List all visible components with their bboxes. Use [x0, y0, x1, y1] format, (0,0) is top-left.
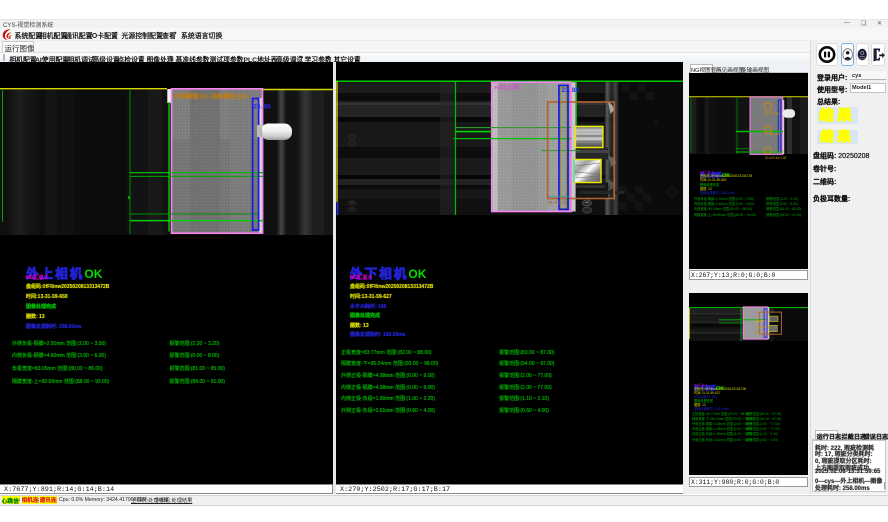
svg-text:NL:N (L.5): NL:N (L.5) [548, 200, 567, 205]
svg-text:52.a03.4a: 52.a03.4a [757, 325, 771, 329]
svg-text:53.a07.4a: 53.a07.4a [765, 132, 779, 136]
svg-text:╈23.88: ╈23.88 [754, 319, 765, 323]
svg-text:52.a03.4a,0.48: 52.a03.4a,0.48 [765, 156, 786, 160]
svg-text:52.a03.4a: 52.a03.4a [765, 111, 779, 115]
svg-text:AI检测框: AI检测框 [494, 83, 520, 92]
svg-text:计算阈值:93, 动态阈值:100: 计算阈值:93, 动态阈值:100 [174, 93, 249, 101]
svg-text:4a,0.48: 4a,0.48 [755, 330, 765, 334]
svg-text:23. 88: 23. 88 [562, 87, 580, 94]
svg-text:23. 88: 23. 88 [254, 104, 272, 111]
